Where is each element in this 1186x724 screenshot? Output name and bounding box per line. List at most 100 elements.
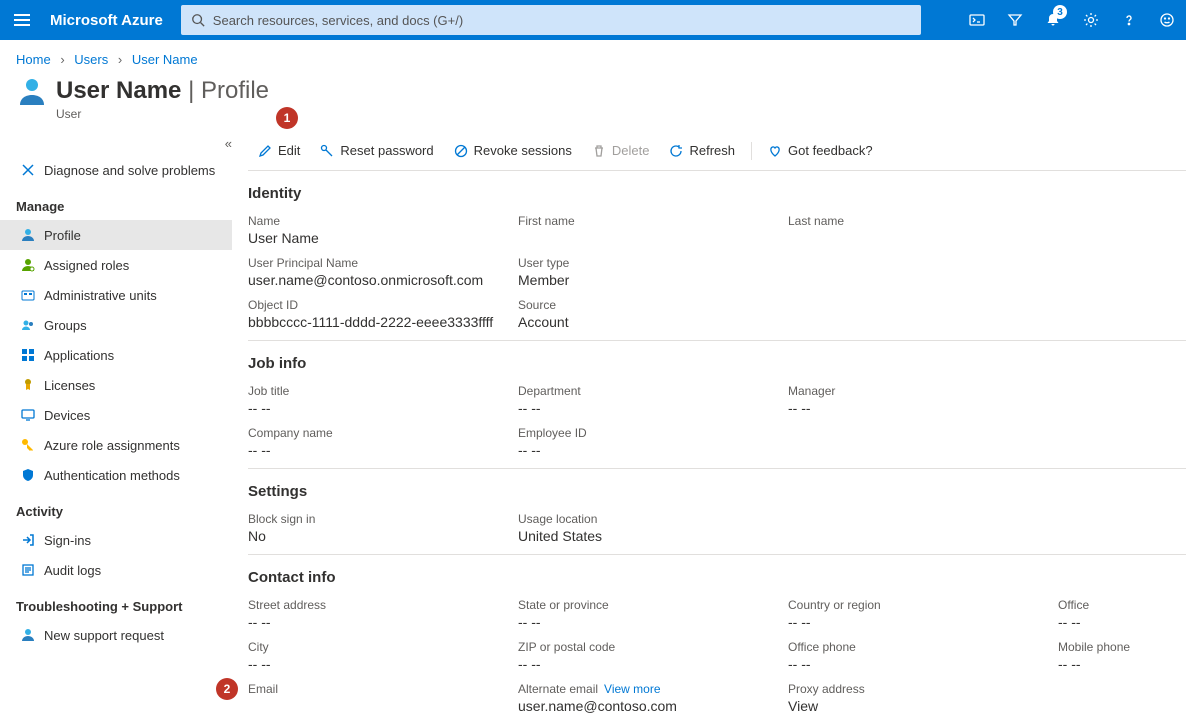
field-label: Proxy address — [788, 682, 1058, 696]
field-value: Member — [518, 272, 788, 288]
field-value: -- -- — [248, 656, 518, 672]
tool-label: Delete — [612, 143, 650, 158]
crumb-home[interactable]: Home — [16, 52, 51, 67]
field-label: Company name — [248, 426, 518, 440]
field-label: Manager — [788, 384, 1058, 398]
page-title-name: User Name — [56, 77, 181, 104]
feedback-button[interactable]: Got feedback? — [758, 131, 883, 171]
sidebar-label: Authentication methods — [44, 468, 180, 483]
search-input[interactable] — [213, 13, 911, 28]
menu-hamburger-button[interactable] — [0, 0, 44, 40]
sidebar-item-assigned-roles[interactable]: Assigned roles — [0, 250, 232, 280]
field-value: -- -- — [248, 614, 518, 630]
page-subtitle: User — [56, 107, 1186, 121]
global-search-box[interactable] — [181, 5, 921, 35]
field-value: -- -- — [788, 656, 1058, 672]
field-value: -- -- — [248, 442, 518, 458]
top-right-icons: 3 — [958, 0, 1186, 40]
directory-filter-button[interactable] — [996, 0, 1034, 40]
sidebar-heading-manage: Manage — [0, 185, 240, 220]
section-heading: Contact info — [248, 569, 1186, 586]
crumb-sep: › — [60, 52, 64, 67]
sidebar-item-profile[interactable]: Profile — [0, 220, 232, 250]
crumb-current[interactable]: User Name — [132, 52, 198, 67]
page-title-suffix: | Profile — [181, 77, 269, 104]
field-label: Street address — [248, 598, 518, 612]
sidebar-label: New support request — [44, 628, 164, 643]
section-job: Job info Job title-- -- Department-- -- … — [248, 341, 1186, 469]
field-value: -- -- — [788, 400, 1058, 416]
sidebar-item-licenses[interactable]: Licenses — [0, 370, 232, 400]
sidebar-item-azure-roles[interactable]: Azure role assignments — [0, 430, 232, 460]
field-label: State or province — [518, 598, 788, 612]
sidebar-item-auth-methods[interactable]: Authentication methods — [0, 460, 232, 490]
user-icon — [16, 75, 48, 107]
tool-label: Revoke sessions — [474, 143, 572, 158]
edit-button[interactable]: Edit — [248, 131, 310, 171]
sidebar: « Diagnose and solve problems Manage Pro… — [0, 131, 248, 724]
field-value: -- -- — [788, 614, 1058, 630]
field-label: Country or region — [788, 598, 1058, 612]
sidebar-item-diagnose[interactable]: Diagnose and solve problems — [0, 155, 232, 185]
cloud-shell-icon — [969, 12, 985, 28]
refresh-button[interactable]: Refresh — [659, 131, 745, 171]
sidebar-item-applications[interactable]: Applications — [0, 340, 232, 370]
field-value: -- -- — [518, 656, 788, 672]
sidebar-label: Applications — [44, 348, 114, 363]
field-label: Employee ID — [518, 426, 788, 440]
refresh-icon — [669, 144, 683, 158]
section-heading: Job info — [248, 355, 1186, 372]
feedback-top-button[interactable] — [1148, 0, 1186, 40]
cloud-shell-button[interactable] — [958, 0, 996, 40]
sidebar-label: Sign-ins — [44, 533, 91, 548]
field-label: Source — [518, 298, 788, 312]
sidebar-label: Profile — [44, 228, 81, 243]
field-value: -- -- — [1058, 656, 1186, 672]
field-value: -- -- — [1058, 614, 1186, 630]
tool-label: Edit — [278, 143, 300, 158]
sidebar-label: Azure role assignments — [44, 438, 180, 453]
field-value: user.name@contoso.com — [518, 698, 788, 714]
revoke-sessions-button[interactable]: Revoke sessions — [444, 131, 582, 171]
sidebar-item-groups[interactable]: Groups — [0, 310, 232, 340]
view-more-link[interactable]: View more — [604, 682, 660, 696]
field-label: First name — [518, 214, 788, 228]
notifications-button[interactable]: 3 — [1034, 0, 1072, 40]
section-contact: Contact info Street address-- -- State o… — [248, 555, 1186, 724]
view-link[interactable]: View — [788, 698, 1058, 714]
brand-label[interactable]: Microsoft Azure — [50, 12, 163, 29]
field-value: No — [248, 528, 518, 544]
help-button[interactable] — [1110, 0, 1148, 40]
sidebar-label: Administrative units — [44, 288, 157, 303]
trash-icon — [592, 144, 606, 158]
crumb-users[interactable]: Users — [74, 52, 108, 67]
smile-icon — [1159, 12, 1175, 28]
sidebar-item-signins[interactable]: Sign-ins — [0, 525, 232, 555]
field-label: Name — [248, 214, 518, 228]
source-link[interactable]: Account — [518, 314, 788, 330]
field-value: User Name — [248, 230, 518, 246]
sidebar-item-admin-units[interactable]: Administrative units — [0, 280, 232, 310]
sidebar-label: Diagnose and solve problems — [44, 163, 215, 178]
sidebar-item-support[interactable]: New support request — [0, 620, 232, 650]
signin-icon — [20, 532, 36, 548]
main-content: 1 Edit Reset password Revoke sessions De… — [248, 131, 1186, 724]
field-label: Block sign in — [248, 512, 518, 526]
sidebar-item-devices[interactable]: Devices — [0, 400, 232, 430]
field-label: Office — [1058, 598, 1186, 612]
field-label: Department — [518, 384, 788, 398]
field-value: -- -- — [518, 400, 788, 416]
field-value: -- -- — [518, 614, 788, 630]
page-title: User Name | Profile — [56, 77, 269, 105]
field-label: User Principal Name — [248, 256, 518, 270]
block-icon — [454, 144, 468, 158]
reset-password-button[interactable]: Reset password — [310, 131, 443, 171]
sidebar-item-audit-logs[interactable]: Audit logs — [0, 555, 232, 585]
section-identity: Identity NameUser Name First name Last n… — [248, 171, 1186, 341]
settings-button[interactable] — [1072, 0, 1110, 40]
sidebar-collapse-button[interactable]: « — [0, 131, 240, 155]
field-value: United States — [518, 528, 788, 544]
sidebar-label: Assigned roles — [44, 258, 129, 273]
field-label: ZIP or postal code — [518, 640, 788, 654]
devices-icon — [20, 407, 36, 423]
